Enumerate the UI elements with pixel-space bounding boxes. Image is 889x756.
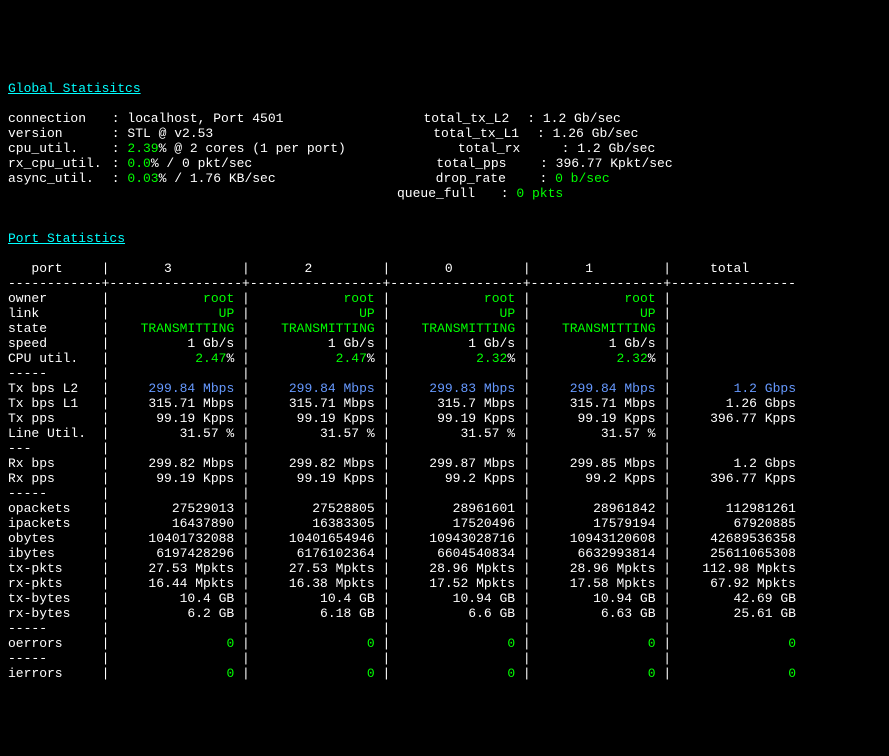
async-pct: 0.03 (127, 171, 158, 186)
rxcpu-pct: 0.0 (127, 156, 150, 171)
ver-value: STL @ v2.53 (127, 126, 213, 141)
port-stats-header: Port Statistics (8, 231, 125, 246)
port-stats-table: port | 3 | 2 | 0 | 1 | total -----------… (8, 261, 796, 681)
conn-label: connection (8, 111, 104, 126)
tx-l2-label: total_tx_L2 (423, 111, 519, 126)
rxcpu-suffix: % / 0 pkt/sec (151, 156, 252, 171)
tx-l1-label: total_tx_L1 (433, 126, 529, 141)
pps-value: 396.77 Kpkt/sec (556, 156, 673, 171)
queue-label: queue_full (397, 186, 493, 201)
cpu-suffix: % @ 2 cores (1 per port) (159, 141, 346, 156)
rx-label: total_rx (458, 141, 554, 156)
tx-l1-value: 1.26 Gb/sec (553, 126, 639, 141)
global-stats-block: connection : localhost, Port 4501total_t… (8, 111, 881, 201)
terminal-output: Global Statisitcs connection : localhost… (8, 66, 881, 681)
cpu-label: cpu_util. (8, 141, 104, 156)
cpu-pct: 2.39 (127, 141, 158, 156)
conn-value: localhost, Port 4501 (127, 111, 283, 126)
drop-label: drop_rate (436, 171, 532, 186)
async-label: async_util. (8, 171, 104, 186)
queue-value: 0 pkts (516, 186, 563, 201)
rx-value: 1.2 Gb/sec (577, 141, 655, 156)
pps-label: total_pps (436, 156, 532, 171)
async-suffix: % / 1.76 KB/sec (159, 171, 276, 186)
ver-label: version (8, 126, 104, 141)
drop-value: 0 b/sec (555, 171, 610, 186)
rxcpu-label: rx_cpu_util. (8, 156, 104, 171)
tx-l2-value: 1.2 Gb/sec (543, 111, 621, 126)
global-stats-header: Global Statisitcs (8, 81, 141, 96)
